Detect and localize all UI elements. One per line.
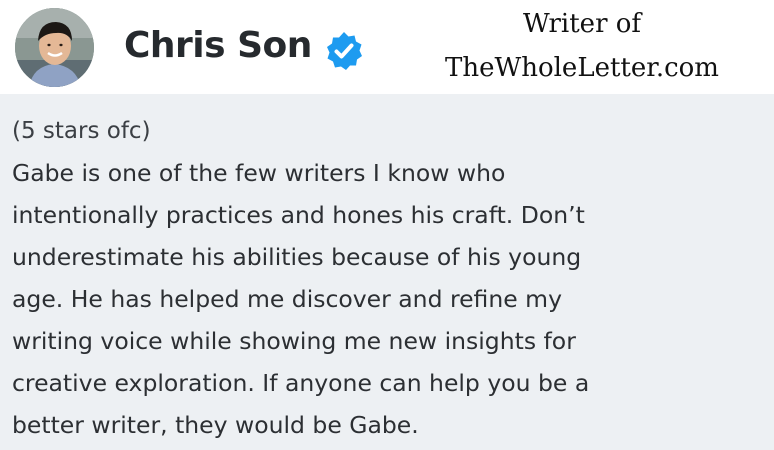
testimonial-header: Chris Son Writer of TheWholeLetter.com bbox=[0, 0, 774, 94]
review-line: better writer, they would be Gabe. bbox=[12, 411, 419, 439]
author-caption: Writer of TheWholeLetter.com bbox=[420, 2, 744, 90]
rating-note: (5 stars ofc) bbox=[12, 118, 151, 144]
verified-badge-icon bbox=[323, 30, 365, 72]
review-line: creative exploration. If anyone can help… bbox=[12, 369, 590, 397]
caption-website: TheWholeLetter.com bbox=[445, 53, 719, 83]
author-name[interactable]: Chris Son bbox=[124, 22, 312, 70]
avatar[interactable] bbox=[15, 8, 94, 87]
review-line: writing voice while showing me new insig… bbox=[12, 327, 576, 355]
review-line: age. He has helped me discover and refin… bbox=[12, 285, 562, 313]
caption-line-1: Writer of bbox=[522, 9, 642, 39]
review-line: Gabe is one of the few writers I know wh… bbox=[12, 159, 506, 187]
review-box: (5 stars ofc) Gabe is one of the few wri… bbox=[0, 94, 774, 450]
review-line: intentionally practices and hones his cr… bbox=[12, 201, 585, 229]
review-text: (5 stars ofc) Gabe is one of the few wri… bbox=[12, 110, 768, 446]
review-line: underestimate his abilities because of h… bbox=[12, 243, 582, 271]
profile-photo-icon bbox=[15, 8, 94, 87]
